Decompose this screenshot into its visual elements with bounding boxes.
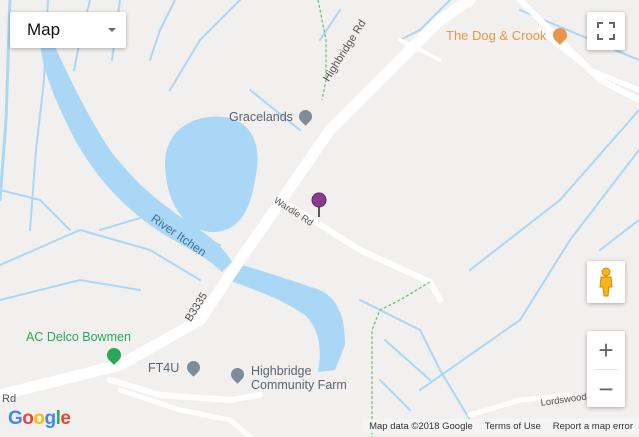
report-error-link[interactable]: Report a map error [553, 421, 633, 432]
fullscreen-icon [597, 22, 615, 40]
highbridge-farm-line2: Community Farm [251, 377, 347, 392]
pegman-icon [599, 267, 613, 297]
ac-delco-label-text: AC Delco Bowmen [26, 330, 131, 344]
ft4u-label[interactable]: FT4U [148, 358, 203, 377]
google-logo[interactable]: Google [8, 408, 71, 430]
zoom-in-button[interactable]: + [587, 331, 625, 369]
ac-delco-label[interactable]: AC Delco Bowmen [26, 331, 131, 344]
fullscreen-button[interactable] [587, 12, 625, 50]
pub-label-text: The Dog & Crook [446, 28, 547, 43]
rd-fragment-label: Rd [2, 393, 17, 405]
zoom-control: + − [587, 331, 625, 407]
place-pin-icon[interactable] [296, 107, 316, 126]
map-data-attribution: Map data ©2018 Google [369, 420, 473, 432]
highbridge-farm-label[interactable]: Highbridge Community Farm [251, 364, 347, 393]
street-view-pegman[interactable] [587, 261, 625, 303]
zoom-out-button[interactable]: − [587, 370, 625, 408]
ft4u-label-text: FT4U [148, 361, 180, 375]
map-footer: Map data ©2018 Google Terms of Use Repor… [363, 419, 639, 433]
map-canvas[interactable]: The Dog & Crook Gracelands Highbridge Rd… [0, 0, 639, 437]
map-type-selector[interactable]: Map [10, 12, 126, 48]
highbridge-farm-line1: Highbridge [251, 364, 312, 378]
gracelands-label[interactable]: Gracelands [229, 107, 316, 126]
pub-label[interactable]: The Dog & Crook [446, 25, 570, 45]
terms-link[interactable]: Terms of Use [485, 421, 541, 432]
pub-pin-icon[interactable] [550, 25, 570, 45]
map-marker-icon[interactable] [310, 192, 328, 218]
gracelands-label-text: Gracelands [229, 110, 293, 124]
place-pin-icon[interactable] [184, 358, 203, 377]
chevron-down-icon [108, 28, 116, 32]
map-type-label: Map [27, 20, 61, 39]
